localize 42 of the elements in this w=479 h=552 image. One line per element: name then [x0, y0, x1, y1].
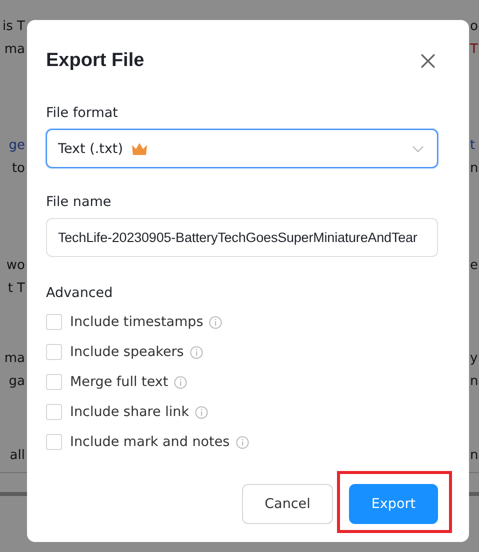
- link-text: ge: [8, 137, 25, 155]
- body-text: ma: [3, 350, 25, 368]
- body-text: to: [10, 160, 25, 178]
- checkbox[interactable]: [46, 314, 62, 330]
- link-text: t: [470, 137, 476, 155]
- info-icon: [190, 346, 203, 358]
- body-text: is T: [2, 18, 25, 36]
- info-icon: [209, 316, 222, 328]
- body-text: ga: [8, 373, 25, 391]
- cancel-button[interactable]: Cancel: [242, 484, 333, 524]
- format-dropdown[interactable]: Text (.txt): [46, 129, 438, 168]
- body-text: e: [470, 257, 479, 275]
- option-label: Include mark and notes: [70, 434, 230, 450]
- checkbox[interactable]: [46, 374, 62, 390]
- body-text: t T: [6, 280, 25, 298]
- info-icon: [236, 436, 249, 448]
- close-icon[interactable]: [421, 54, 435, 68]
- body-text: n: [470, 447, 479, 465]
- body-text: y: [470, 350, 479, 368]
- info-icon: [195, 406, 208, 418]
- option-label: Merge full text: [70, 374, 168, 390]
- crown-icon: [131, 142, 148, 156]
- body-text: o: [470, 18, 479, 36]
- dialog-title: Export File: [46, 50, 144, 72]
- info-icon: [174, 376, 188, 388]
- file-name-field[interactable]: TechLife-20230905-BatteryTechGoesSuperMiniatureAndTear: [46, 218, 438, 257]
- option-label: Include timestamps: [70, 314, 204, 330]
- body-text: n: [470, 373, 479, 391]
- option-label: Include speakers: [70, 344, 184, 360]
- option-label: Include share link: [70, 404, 190, 420]
- section-heading: Advanced: [46, 284, 114, 303]
- field-label: File name: [46, 193, 112, 212]
- checkbox[interactable]: [46, 344, 62, 360]
- checkbox[interactable]: [46, 434, 62, 450]
- chevron-icon: [412, 144, 424, 152]
- body-text: T: [470, 41, 479, 59]
- body-text: all: [8, 447, 25, 465]
- body-text: wo: [5, 257, 25, 275]
- checkbox[interactable]: [46, 404, 62, 420]
- field-label: File format: [46, 104, 119, 123]
- body-text: ma: [3, 41, 25, 59]
- body-text: n: [470, 160, 479, 178]
